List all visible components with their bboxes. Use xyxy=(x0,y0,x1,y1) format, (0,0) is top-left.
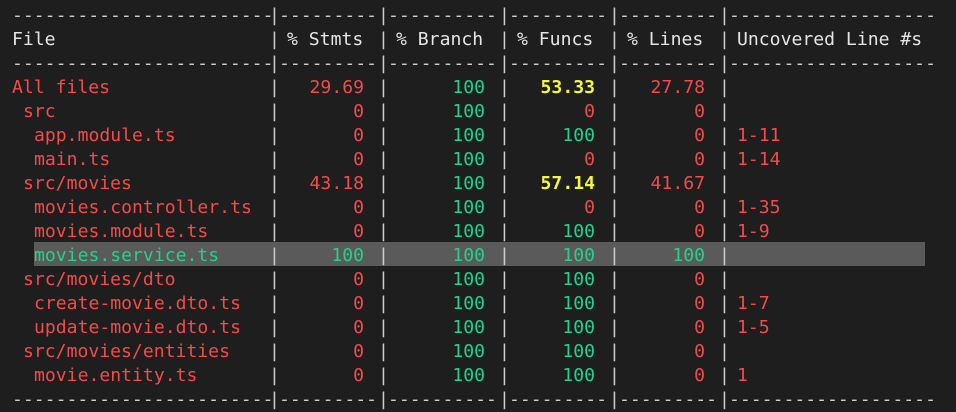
column-divider: | xyxy=(719,29,730,50)
column-divider: | xyxy=(719,149,730,170)
separator-uncovered: ------------------- xyxy=(729,5,936,26)
separator-file: ------------------------ xyxy=(12,5,274,26)
separator-branch: ---------- xyxy=(388,53,497,74)
column-divider: | xyxy=(378,29,389,50)
lines-value: 0 xyxy=(694,341,705,362)
uncovered-lines: 1-14 xyxy=(737,149,781,170)
column-divider: | xyxy=(719,317,730,338)
lines-value: 100 xyxy=(672,245,705,266)
column-divider: | xyxy=(719,125,730,146)
uncovered-lines: 1-7 xyxy=(737,293,770,314)
column-divider: | xyxy=(719,293,730,314)
header-branch: % Branch xyxy=(396,29,484,50)
column-divider: | xyxy=(609,29,620,50)
lines-value: 0 xyxy=(694,317,705,338)
column-divider: | xyxy=(719,365,730,386)
separator-line-top: ------------------------ | --------- | -… xyxy=(0,4,956,28)
table-row: src/movies/dto | | | | | 0 100 100 0 xyxy=(0,268,956,292)
separator-file: ------------------------ xyxy=(12,389,274,410)
table-row: create-movie.dto.ts | | | | | 0 100 100 0 1-7 xyxy=(0,292,956,316)
column-divider: | xyxy=(719,245,730,266)
lines-value: 0 xyxy=(694,101,705,122)
column-divider: | xyxy=(719,173,730,194)
table-row: app.module.ts | | | | | 0 100 100 0 1-11 xyxy=(0,124,956,148)
lines-value: 0 xyxy=(694,221,705,242)
uncovered-lines: 1-11 xyxy=(737,125,781,146)
column-divider: | xyxy=(719,197,730,218)
separator-funcs: --------- xyxy=(509,389,608,410)
terminal-output: ------------------------ | --------- | -… xyxy=(0,0,956,412)
separator-stmts: --------- xyxy=(279,53,378,74)
lines-value: 0 xyxy=(694,125,705,146)
header-uncovered: Uncovered Line #s xyxy=(737,29,923,50)
uncovered-lines: 1-5 xyxy=(737,317,770,338)
lines-value: 0 xyxy=(694,365,705,386)
header-stmts: % Stmts xyxy=(287,29,364,50)
separator-branch: ---------- xyxy=(388,5,497,26)
header-file: File xyxy=(12,29,56,50)
lines-value: 27.78 xyxy=(650,77,705,98)
table-row: update-movie.dto.ts | | | | | 0 100 100 0 1-5 xyxy=(0,316,956,340)
table-row: movie.entity.ts | | | | | 0 100 100 0 1 xyxy=(0,364,956,388)
column-divider: | xyxy=(719,221,730,242)
separator-funcs: --------- xyxy=(509,5,608,26)
table-row: src/movies | | | | | 43.18 100 57.14 41.67 xyxy=(0,172,956,196)
column-divider: | xyxy=(719,341,730,362)
header-lines: % Lines xyxy=(627,29,704,50)
separator-lines: --------- xyxy=(619,5,718,26)
separator-uncovered: ------------------- xyxy=(729,53,936,74)
uncovered-lines: 1-35 xyxy=(737,197,781,218)
separator-branch: ---------- xyxy=(388,389,497,410)
separator-uncovered: ------------------- xyxy=(729,389,936,410)
table-row: movies.service.ts | | | | | 100 100 100 100 xyxy=(0,244,956,268)
table-row: src/movies/entities | | | | | 0 100 100 0 xyxy=(0,340,956,364)
uncovered-lines: 1 xyxy=(737,365,748,386)
column-divider: | xyxy=(269,29,280,50)
lines-value: 41.67 xyxy=(650,173,705,194)
uncovered-lines: 1-9 xyxy=(737,221,770,242)
column-divider: | xyxy=(499,29,510,50)
separator-funcs: --------- xyxy=(509,53,608,74)
column-divider: | xyxy=(719,269,730,290)
lines-value: 0 xyxy=(694,269,705,290)
table-header: File | % Stmts | % Branch | % Funcs | % … xyxy=(0,28,956,52)
table-row: All files | | | | | 29.69 100 53.33 27.78 xyxy=(0,76,956,100)
separator-line-header: ------------------------ | --------- | -… xyxy=(0,52,956,76)
lines-value: 0 xyxy=(694,293,705,314)
lines-value: 0 xyxy=(694,149,705,170)
separator-line-bottom: ------------------------ | --------- | -… xyxy=(0,388,956,412)
column-divider: | xyxy=(719,77,730,98)
table-row: main.ts | | | | | 0 100 0 0 1-14 xyxy=(0,148,956,172)
separator-lines: --------- xyxy=(619,53,718,74)
separator-stmts: --------- xyxy=(279,389,378,410)
table-row: movies.module.ts | | | | | 0 100 100 0 1-9 xyxy=(0,220,956,244)
table-row: movies.controller.ts | | | | | 0 100 0 0 1-35 xyxy=(0,196,956,220)
separator-file: ------------------------ xyxy=(12,53,274,74)
column-divider: | xyxy=(719,101,730,122)
table-row: src | | | | | 0 100 0 0 xyxy=(0,100,956,124)
separator-lines: --------- xyxy=(619,389,718,410)
header-funcs: % Funcs xyxy=(517,29,594,50)
lines-value: 0 xyxy=(694,197,705,218)
separator-stmts: --------- xyxy=(279,5,378,26)
